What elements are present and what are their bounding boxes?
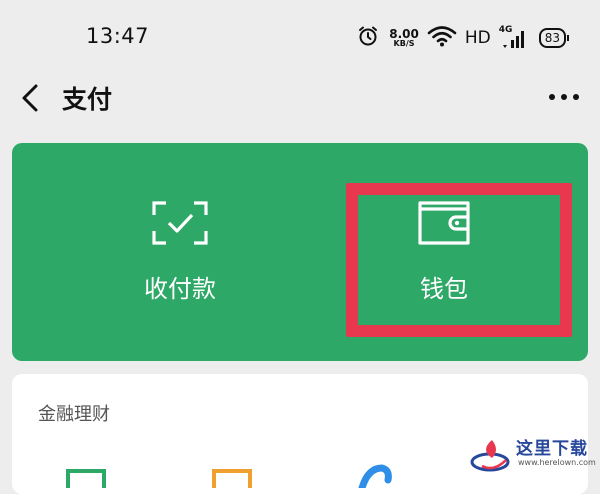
more-button[interactable]: [546, 84, 582, 110]
status-icons: 8.00 KB/S HD 4G 83: [357, 24, 570, 52]
status-time: 13:47: [86, 24, 150, 48]
finance-blue-icon[interactable]: [354, 464, 394, 492]
receive-payment-label: 收付款: [144, 275, 216, 303]
chevron-left-icon: [22, 84, 38, 112]
more-dots-icon: [549, 94, 579, 100]
finance-green-icon[interactable]: [66, 468, 106, 492]
hd-label: HD: [464, 28, 491, 48]
nav-bar: 支付: [0, 72, 600, 124]
receive-payment-button[interactable]: 收付款: [80, 143, 280, 361]
wallet-icon: [416, 199, 472, 251]
watermark-title: 这里下载: [516, 439, 588, 459]
wallet-button[interactable]: 钱包: [344, 143, 544, 361]
alarm-icon: [357, 25, 379, 51]
scan-receive-icon: [150, 199, 210, 251]
signal-indicator: 4G: [499, 25, 527, 49]
watermark-url: www.herelown.com: [518, 458, 596, 467]
pay-card: 收付款 钱包: [12, 143, 588, 361]
signal-icon: [502, 31, 524, 48]
wifi-icon: [427, 25, 457, 51]
page-title: 支付: [62, 85, 113, 114]
network-speed: 8.00 KB/S: [389, 28, 419, 48]
finance-orange-icon[interactable]: [212, 468, 252, 492]
back-button[interactable]: [14, 78, 48, 118]
watermark: 这里下载 www.herelown.com: [470, 434, 598, 479]
watermark-logo-icon: [470, 436, 514, 480]
battery-indicator: 83: [538, 28, 570, 48]
wallet-label: 钱包: [420, 275, 468, 303]
section-title: 金融理财: [38, 404, 110, 425]
network-speed-unit: KB/S: [393, 39, 415, 48]
status-bar: 13:47 8.00 KB/S HD 4G 83: [0, 0, 600, 72]
